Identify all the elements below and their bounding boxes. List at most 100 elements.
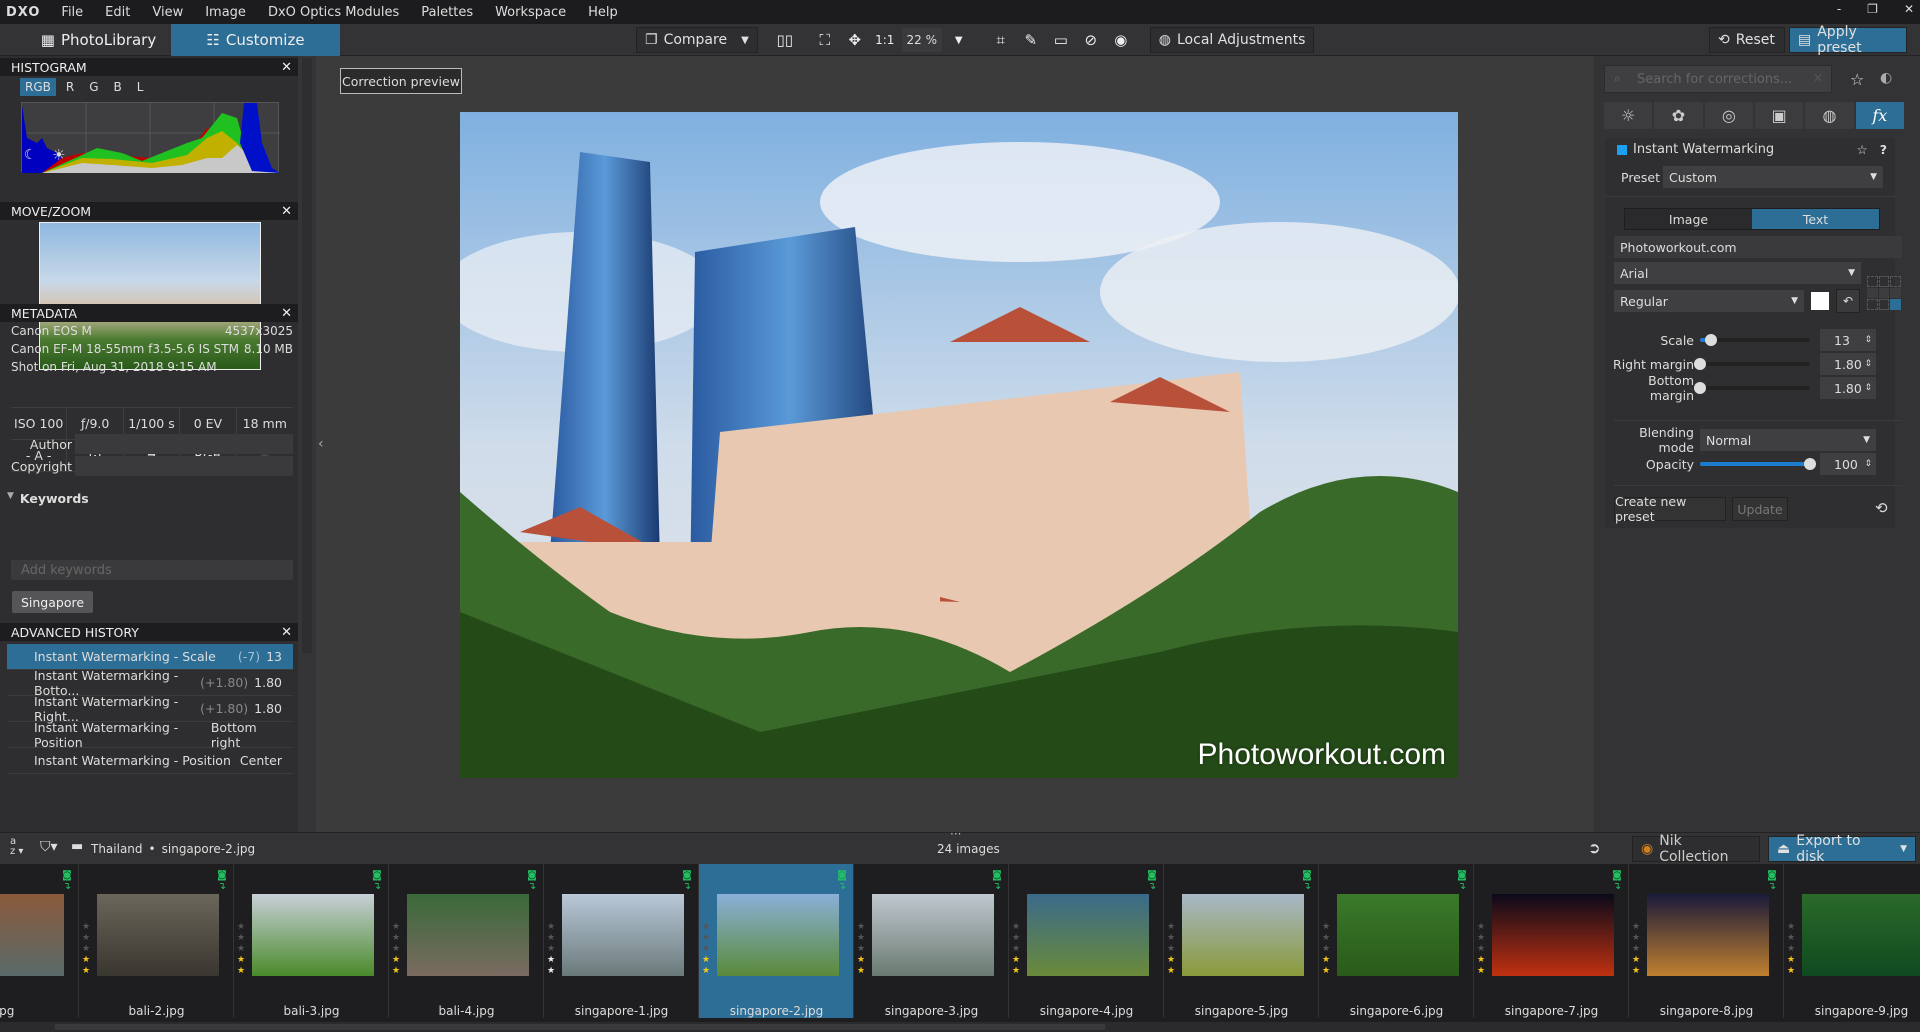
crop-icon[interactable]: ⌗ [988, 27, 1014, 53]
filmstrip-scrollbar[interactable] [0, 1022, 1920, 1032]
slider-knob[interactable] [1694, 358, 1706, 370]
mode-text-tab[interactable]: Text [1752, 209, 1879, 229]
rotate-icon[interactable]: ↶ [1836, 289, 1860, 313]
scale-spinbox[interactable]: 13 ⇕ [1820, 329, 1876, 351]
keywords-header[interactable]: ▼ Keywords [7, 491, 89, 506]
reset-palette-icon[interactable]: ⟲ [1875, 499, 1888, 517]
star-icon[interactable]: ★ [1322, 966, 1330, 977]
star-icon[interactable]: ★ [1477, 944, 1485, 955]
shadow-clipping-icon[interactable]: ☾ [24, 147, 37, 163]
star-rating[interactable]: ★ ★ ★ ★ ★ [1322, 922, 1330, 977]
position-grid[interactable] [1867, 276, 1901, 310]
detail-tab-icon[interactable]: ◎ [1704, 102, 1753, 129]
star-rating[interactable]: ★ ★ ★ ★ ★ [1632, 922, 1640, 977]
tab-photolibrary[interactable]: ▦ PhotoLibrary [26, 24, 171, 56]
spin-arrows-icon[interactable]: ⇕ [1864, 335, 1872, 345]
star-icon[interactable]: ★ [1477, 922, 1485, 933]
star-rating[interactable]: ★ ★ ★ ★ ★ [857, 922, 865, 977]
filmstrip-thumbnail[interactable]: ★ ★ ★ ★ ★ ◙ ↴ singapore-5.jpg [1164, 864, 1319, 1018]
zoom-dropdown-icon[interactable]: ▼ [946, 27, 972, 53]
filmstrip-thumbnail[interactable]: ★ ★ ★ ★ ★ ◙ ↴ bali-3.jpg [234, 864, 389, 1018]
star-icon[interactable]: ★ [1322, 922, 1330, 933]
restore-button[interactable]: ❐ [1867, 2, 1878, 16]
star-icon[interactable]: ★ [547, 922, 555, 933]
channel-l[interactable]: L [132, 78, 149, 96]
update-button[interactable]: Update [1732, 497, 1788, 521]
menu-view[interactable]: View [141, 5, 194, 20]
clear-search-icon[interactable]: ✕ [1813, 71, 1823, 85]
history-item[interactable]: Instant Watermarking - Scale (-7) 13 [7, 644, 293, 670]
star-icon[interactable]: ★ [547, 955, 555, 966]
star-icon[interactable]: ★ [1787, 922, 1795, 933]
filmstrip-thumbnail[interactable]: ★ ★ ★ ★ ★ ◙ ↴ bali-2.jpg [79, 864, 234, 1018]
close-icon[interactable]: ✕ [281, 60, 292, 75]
star-rating[interactable]: ★ ★ ★ ★ ★ [1477, 922, 1485, 977]
star-icon[interactable]: ★ [82, 955, 90, 966]
filmstrip-thumbnail[interactable]: ★★★★★◙↴l.jpg [0, 864, 79, 1018]
star-icon[interactable]: ★ [1477, 966, 1485, 977]
star-icon[interactable]: ★ [1167, 966, 1175, 977]
filmstrip-thumbnail[interactable]: ★ ★ ★ ★ ★ ◙ ↴ singapore-8.jpg [1629, 864, 1784, 1018]
local-tab-icon[interactable]: ◍ [1805, 102, 1854, 129]
channel-g[interactable]: G [84, 78, 103, 96]
sort-icon[interactable]: az ▾ [10, 837, 23, 857]
menu-image[interactable]: Image [194, 5, 257, 20]
star-icon[interactable]: ★ [392, 944, 400, 955]
channel-b[interactable]: B [109, 78, 127, 96]
star-icon[interactable]: ★ [237, 933, 245, 944]
left-panel-scrollbar[interactable] [298, 56, 316, 832]
blending-mode-dropdown[interactable]: Normal ▼ [1700, 429, 1876, 451]
next-arrow-icon[interactable]: ➲ [1588, 839, 1601, 857]
repair-icon[interactable]: ⊘ [1078, 27, 1104, 53]
slider-knob[interactable] [1694, 382, 1706, 394]
chevron-down-icon[interactable]: ▼ [741, 35, 749, 46]
spin-arrows-icon[interactable]: ⇕ [1864, 359, 1872, 369]
star-icon[interactable]: ★ [237, 955, 245, 966]
nik-collection-button[interactable]: ◉ Nik Collection [1632, 833, 1760, 865]
spin-arrows-icon[interactable]: ⇕ [1864, 383, 1872, 393]
preset-dropdown[interactable]: Custom ▼ [1663, 166, 1883, 188]
star-icon[interactable]: ★ [1322, 955, 1330, 966]
menu-file[interactable]: File [50, 5, 94, 20]
star-rating[interactable]: ★ ★ ★ ★ ★ [237, 922, 245, 977]
star-icon[interactable]: ★ [702, 933, 710, 944]
keyword-tag[interactable]: Singapore [12, 591, 93, 613]
move-icon[interactable]: ✥ [842, 27, 868, 53]
close-icon[interactable]: ✕ [281, 306, 292, 321]
star-icon[interactable]: ★ [1012, 955, 1020, 966]
font-style-dropdown[interactable]: Regular ▼ [1614, 290, 1804, 312]
local-adjustments-button[interactable]: ◍ Local Adjustments [1149, 27, 1315, 53]
star-icon[interactable]: ★ [1632, 944, 1640, 955]
color-tab-icon[interactable]: ✿ [1654, 102, 1703, 129]
star-icon[interactable]: ★ [1167, 944, 1175, 955]
close-icon[interactable]: ✕ [281, 625, 292, 640]
create-preset-button[interactable]: Create new preset [1614, 494, 1726, 524]
filter-icon[interactable]: ⛉▾ [40, 839, 58, 855]
star-icon[interactable]: ★ [702, 955, 710, 966]
position-bottom-right[interactable] [1890, 298, 1901, 310]
right-margin-slider[interactable] [1694, 358, 1810, 370]
star-rating[interactable]: ★ ★ ★ ★ ★ [82, 922, 90, 977]
fit-screen-icon[interactable]: ⛶ [812, 27, 838, 53]
filmstrip-thumbnail[interactable]: ★★★★★◙↴singapore-9.jpg [1784, 864, 1920, 1018]
reset-button[interactable]: ⟲ Reset [1709, 27, 1785, 53]
mode-image-tab[interactable]: Image [1625, 209, 1752, 229]
resize-handle-icon[interactable]: ··· [950, 827, 961, 841]
light-tab-icon[interactable]: ☼ [1604, 102, 1653, 129]
slider-knob[interactable] [1705, 334, 1717, 346]
bottom-margin-spinbox[interactable]: 1.80 ⇕ [1820, 377, 1876, 399]
spin-arrows-icon[interactable]: ⇕ [1864, 459, 1872, 469]
tab-customize[interactable]: ☷ Customize [171, 24, 340, 56]
geometry-tab-icon[interactable]: ▣ [1754, 102, 1804, 129]
compare-button[interactable]: ❐ Compare ▼ [636, 27, 758, 53]
chevron-down-icon[interactable]: ▼ [1900, 844, 1907, 854]
eyedropper-icon[interactable]: ✎ [1018, 27, 1044, 53]
star-icon[interactable]: ★ [857, 955, 865, 966]
filmstrip-thumbnail[interactable]: ★ ★ ★ ★ ★ ◙ ↴ singapore-3.jpg [854, 864, 1009, 1018]
highlight-clipping-icon[interactable]: ☀ [52, 146, 65, 164]
apply-preset-button[interactable]: ▤ Apply preset [1789, 24, 1907, 56]
star-icon[interactable]: ★ [857, 922, 865, 933]
correction-preview-button[interactable]: Correction preview [340, 68, 462, 94]
star-rating[interactable]: ★ ★ ★ ★ ★ [1787, 922, 1795, 977]
opacity-slider[interactable] [1700, 458, 1816, 470]
